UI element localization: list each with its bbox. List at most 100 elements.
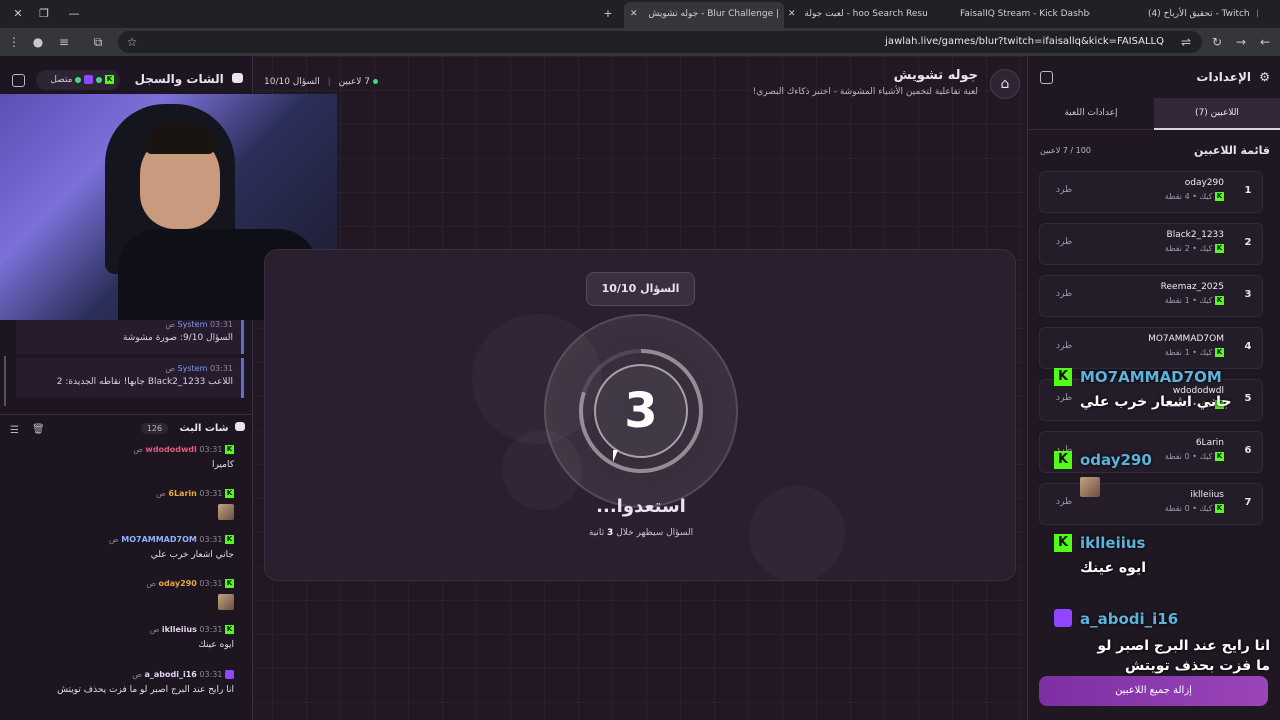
bookmark-star-icon[interactable]: ☆ (122, 32, 142, 52)
player-row: 7 iklleiius K كيك • 0 نقطة طرد (1039, 483, 1263, 525)
message-text: ايوه عينك (198, 640, 234, 650)
chat-bubble-icon (232, 73, 243, 83)
status-label: متصل (50, 75, 73, 85)
player-rank: 6 (1244, 445, 1252, 456)
ready-heading: استعدوا... (596, 496, 686, 517)
player-rank: 7 (1244, 497, 1252, 508)
overlay-author: MO7AMMAD7OM (1080, 368, 1222, 386)
chat-message: K 6Larin 03:31 ص (156, 489, 234, 523)
players-list-count: 100 / 7 لاعبين (1040, 146, 1091, 155)
kick-player-button[interactable]: طرد (1056, 237, 1072, 247)
player-name: Black2_1233 (1166, 230, 1224, 240)
kick-player-button[interactable]: طرد (1056, 341, 1072, 351)
player-points: 1 نقطة (1164, 348, 1190, 357)
tab-label: FaisalIQ Stream - Kick Dashboar (960, 9, 1090, 19)
ready-subtext-seconds: 3 (607, 528, 614, 538)
message-author: System (177, 364, 208, 373)
online-dot (372, 79, 378, 84)
extensions-icon[interactable]: ⧉ (88, 32, 108, 52)
maximize-window-icon[interactable]: ❐ (34, 4, 54, 24)
new-tab-icon[interactable]: + (598, 4, 618, 24)
collapse-panel-icon[interactable] (1040, 71, 1053, 84)
overlay-author: iklleiius (1080, 534, 1146, 552)
profile-icon[interactable]: ● (28, 32, 48, 52)
tab-search-results[interactable]: ✕ لعبت جولة - hoo Search Results (788, 4, 928, 24)
countdown-card: السؤال 10/10 3 استعدوا... السؤال سيظهر خ… (264, 249, 1016, 581)
reading-list-icon[interactable]: ≡ (54, 32, 74, 52)
system-message: System 03:31 ص السؤال 9/10: صورة مشوشة (16, 314, 244, 354)
player-meta: K كيك • 1 نقطة (1164, 348, 1224, 357)
player-row: 1 oday290 K كيك • 4 نقطة طرد (1039, 171, 1263, 213)
minimize-window-icon[interactable]: — (64, 4, 84, 24)
ready-subtext-after: ثانية (588, 528, 605, 538)
kick-icon: K (225, 489, 234, 498)
player-rank: 4 (1244, 341, 1252, 352)
kick-icon: K (1215, 192, 1224, 201)
kick-player-button[interactable]: طرد (1056, 185, 1072, 195)
forward-icon[interactable]: → (1231, 32, 1251, 52)
player-name: MO7AMMAD7OM (1148, 334, 1224, 344)
player-name: oday290 (1184, 178, 1224, 188)
message-author: System (177, 320, 208, 329)
home-button[interactable]: ⌂ (990, 69, 1020, 99)
question-badge: السؤال 10/10 (586, 272, 695, 306)
game-subtitle: لعبة تفاعلية لتخمين الأشياء المشوشة - اخ… (752, 87, 978, 97)
twitch-icon (225, 670, 234, 679)
back-icon[interactable]: ← (1255, 32, 1275, 52)
overlay-emote (1080, 477, 1100, 497)
message-author: wdododwdl (145, 445, 197, 454)
ready-subtext-before: السؤال سيظهر خلال (616, 528, 694, 538)
collapse-panel-icon[interactable] (12, 74, 25, 87)
message-author: 6Larin (168, 489, 197, 498)
sort-icon[interactable]: ☰ (10, 425, 19, 436)
tab-kick-dashboard[interactable]: FaisalIQ Stream - Kick Dashboar K (960, 4, 1090, 24)
kick-icon: K (1215, 452, 1224, 461)
online-dot (75, 76, 82, 83)
kick-player-button[interactable]: طرد (1056, 289, 1072, 299)
menu-dots-icon[interactable]: ⋮ (4, 32, 24, 52)
chat-count-badge: 126 (140, 423, 169, 434)
kick-player-button[interactable]: طرد (1056, 497, 1072, 507)
connection-status: K متصل (36, 70, 120, 90)
site-settings-icon[interactable]: ⇌ (1176, 32, 1196, 52)
trash-icon[interactable]: 🗑 (32, 424, 45, 435)
player-platform: كيك (1199, 244, 1213, 253)
tab-label: جوله تشويش - Blur Challenge | (648, 9, 780, 19)
message-text: كاميرا (211, 460, 234, 470)
player-rank: 5 (1244, 393, 1252, 404)
kick-icon: K (1215, 504, 1224, 513)
player-meta: K كيك • 1 نقطة (1164, 296, 1224, 305)
kick-icon: K (1054, 368, 1072, 386)
player-meta: K كيك • 2 نقطة (1164, 244, 1224, 253)
tab-players[interactable]: اللاعبين (7) (1154, 98, 1280, 130)
tab-label: (4) تحقيق الأرباح - Twitch (1148, 9, 1250, 19)
mouse-cursor-icon (613, 450, 618, 462)
player-rank: 3 (1244, 289, 1252, 300)
chat-message: a_abodi_i16 03:31 ص انا رايح عند البرج ا… (57, 670, 234, 695)
close-tab-icon[interactable]: ✕ (630, 9, 638, 19)
kick-icon: K (225, 579, 234, 588)
remove-all-players-button[interactable]: إزالة جميع اللاعبين (1039, 676, 1268, 706)
system-message: System 03:31 ص اللاعب Black2_1233 جابها!… (16, 358, 244, 398)
tab-twitch[interactable]: (4) تحقيق الأرباح - Twitch (1148, 4, 1258, 24)
gear-icon: ⚙ (1259, 70, 1270, 84)
player-name: Reemaz_2025 (1160, 282, 1224, 292)
kick-icon: K (225, 625, 234, 634)
tab-game-settings[interactable]: إعدادات اللعبة (1028, 98, 1154, 130)
kick-player-button[interactable]: طرد (1056, 393, 1072, 403)
player-rank: 1 (1244, 185, 1252, 196)
overlay-text: انا رايح عند البرج اصبر لو ما فزت بحذف ت… (1097, 638, 1270, 674)
close-tab-icon[interactable]: ✕ (788, 9, 796, 19)
reload-icon[interactable]: ↻ (1207, 32, 1227, 52)
kick-icon: K (1215, 348, 1224, 357)
tab-blur-challenge[interactable]: ✕ جوله تشويش - Blur Challenge | (624, 2, 784, 28)
game-header: ⌂ جوله تشويش لعبة تفاعلية لتخمين الأشياء… (262, 64, 1020, 104)
player-platform: كيك (1199, 452, 1213, 461)
emote-image (218, 504, 234, 520)
scroll-indicator[interactable] (4, 356, 6, 406)
address-bar[interactable]: ☆ jawlah.live/games/blur?twitch=ifaisall… (118, 31, 1202, 53)
player-points: 0 نقطة (1164, 452, 1190, 461)
close-window-icon[interactable]: ✕ (8, 4, 28, 24)
address-toolbar: ⋮ ● ≡ ⧉ ☆ jawlah.live/games/blur?twitch=… (0, 28, 1280, 56)
countdown-number: 3 (624, 383, 658, 439)
